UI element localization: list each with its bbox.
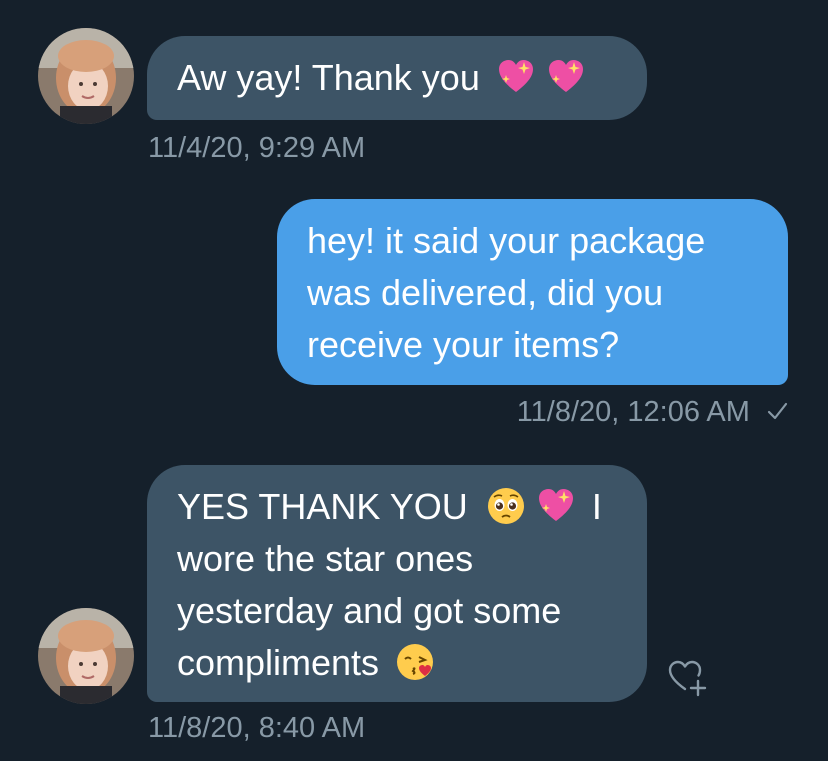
avatar-image xyxy=(38,28,134,124)
message-bubble-sent[interactable]: hey! it said your package was delivered,… xyxy=(277,199,788,385)
message-text: yesterday and got some xyxy=(177,590,562,631)
check-icon xyxy=(766,400,788,422)
message-timestamp: 11/8/20, 12:06 AM xyxy=(516,396,750,428)
message-text: hey! it said your package xyxy=(307,220,706,261)
message-text: YES THANK YOU xyxy=(177,486,468,527)
avatar[interactable] xyxy=(38,608,134,704)
heart-plus-icon[interactable] xyxy=(665,655,709,699)
message-text: receive your items? xyxy=(307,324,620,365)
sparkling-heart-emoji xyxy=(496,57,536,97)
pleading-face-emoji xyxy=(486,486,526,526)
face-blowing-kiss-emoji xyxy=(395,642,435,682)
message-text: Aw yay! Thank you xyxy=(177,57,480,98)
avatar[interactable] xyxy=(38,28,134,124)
avatar-image xyxy=(38,608,134,704)
message-text: wore the star ones xyxy=(177,538,474,579)
message-bubble-received[interactable]: Aw yay! Thank you xyxy=(147,36,647,120)
message-bubble-received[interactable]: YES THANK YOU I wore the star ones yeste… xyxy=(147,465,647,702)
message-text: compliments xyxy=(177,642,380,683)
message-timestamp-row: 11/8/20, 12:06 AM xyxy=(517,395,788,429)
sparkling-heart-emoji xyxy=(536,486,576,526)
message-timestamp: 11/8/20, 8:40 AM xyxy=(148,712,366,744)
message-text: was delivered, did you xyxy=(307,272,664,313)
message-text: I xyxy=(591,486,602,527)
sparkling-heart-emoji xyxy=(546,57,586,97)
message-timestamp: 11/4/20, 9:29 AM xyxy=(148,132,366,164)
